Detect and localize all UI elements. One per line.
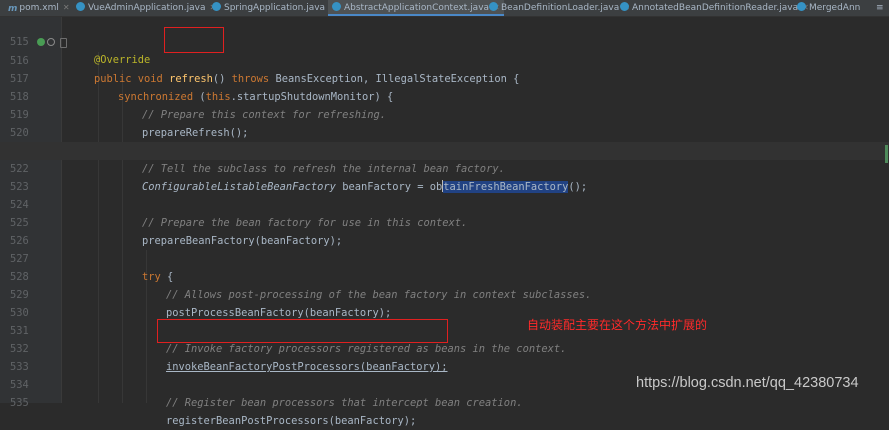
- annotation-note: 自动装配主要在这个方法中扩展的: [527, 318, 708, 332]
- code-line[interactable]: 527 try {: [0, 232, 889, 283]
- code-line[interactable]: 520: [0, 106, 889, 139]
- tab-beandefinitionloader[interactable]: BeanDefinitionLoader.java✕: [489, 0, 630, 16]
- tab-abstractapplicationcontext[interactable]: AbstractApplicationContext.java✕: [328, 0, 504, 16]
- code-line[interactable]: 521 // Tell the subclass to refresh the …: [0, 124, 889, 175]
- code-line[interactable]: 534 // Register bean processors that int…: [0, 358, 889, 409]
- tab-overflow-menu[interactable]: ≡: [876, 0, 884, 16]
- code-line[interactable]: 523: [0, 160, 889, 193]
- watermark: https://blog.csdn.net/qq_42380734: [636, 375, 859, 391]
- code-line[interactable]: 515 @Override: [0, 15, 889, 66]
- refresh-highlight-box: [164, 27, 224, 53]
- tab-annotatedbeandefinitionreader[interactable]: AnnotatedBeanDefinitionReader.java✕: [620, 0, 809, 16]
- tab-pom-xml[interactable]: m pom.xml ✕: [8, 0, 70, 16]
- code-line[interactable]: 526: [0, 214, 889, 247]
- java-class-icon: [76, 2, 85, 11]
- code-line[interactable]: 516 public void refresh() throws BeansEx…: [0, 34, 889, 85]
- java-class-icon: [620, 2, 629, 11]
- java-class-icon: [332, 2, 341, 11]
- code-line[interactable]: 517 synchronized (this.startupShutdownMo…: [0, 52, 889, 103]
- tab-springapplication[interactable]: SpringApplication.java✕: [212, 0, 336, 16]
- code-line[interactable]: 530: [0, 286, 889, 319]
- scrollbar-change-marker[interactable]: [885, 145, 888, 163]
- java-class-icon: [489, 2, 498, 11]
- close-icon[interactable]: ✕: [63, 3, 70, 12]
- code-line[interactable]: 524 // Prepare the bean factory for use …: [0, 178, 889, 229]
- code-line[interactable]: 528 // Allows post-processing of the bea…: [0, 250, 889, 301]
- java-class-icon: [797, 2, 806, 11]
- tab-mergedann[interactable]: MergedAnn: [797, 0, 860, 16]
- current-code-line[interactable]: 522 ConfigurableListableBeanFactory bean…: [0, 142, 889, 193]
- code-line[interactable]: 518 // Prepare this context for refreshi…: [0, 70, 889, 121]
- invoke-highlight-box: [157, 319, 448, 343]
- code-line[interactable]: 519 prepareRefresh();: [0, 88, 889, 139]
- java-class-icon: [212, 2, 221, 11]
- tab-vueadminapplication[interactable]: VueAdminApplication.java✕: [76, 0, 216, 16]
- code-line[interactable]: 529 postProcessBeanFactory(beanFactory);: [0, 268, 889, 319]
- code-line[interactable]: 525 prepareBeanFactory(beanFactory);: [0, 196, 889, 247]
